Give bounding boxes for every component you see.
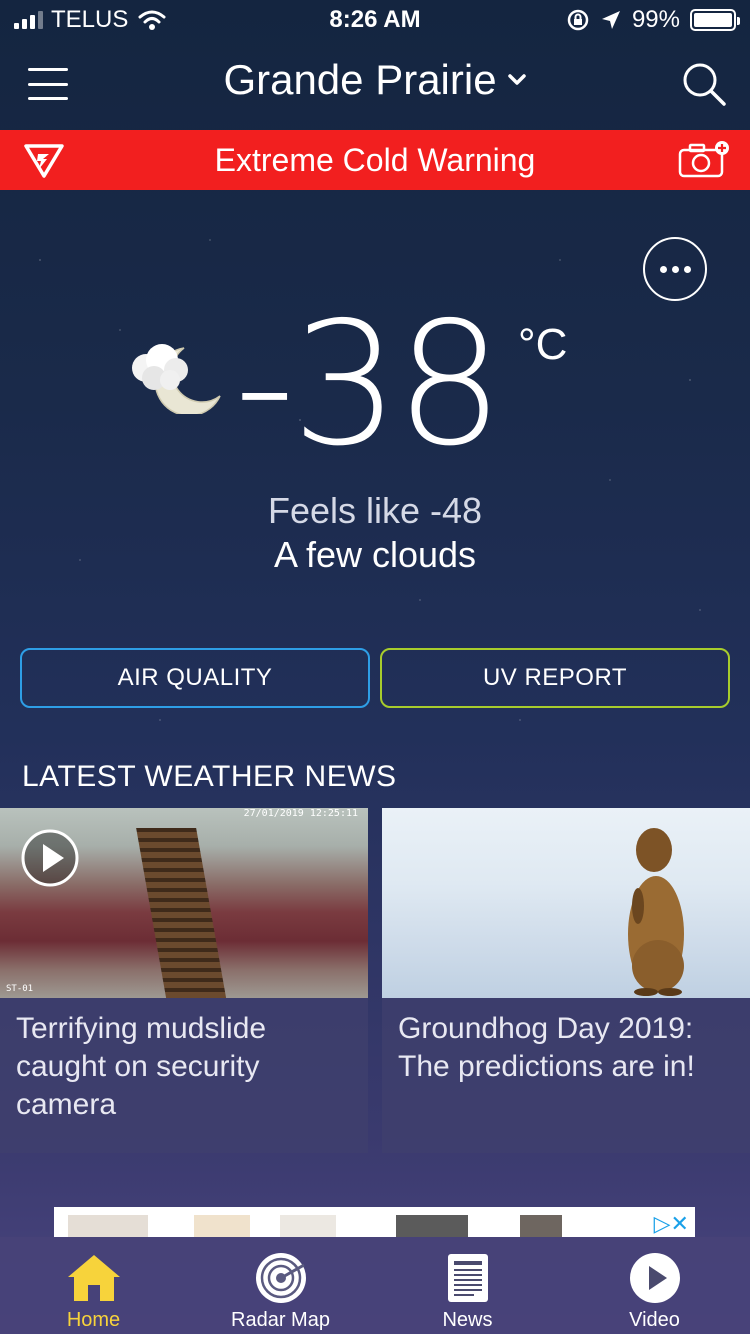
ad-image — [520, 1215, 562, 1237]
location-selector[interactable]: Grande Prairie — [0, 56, 750, 104]
weather-alert-banner[interactable]: Extreme Cold Warning — [0, 130, 750, 190]
tab-bar: Home Radar Map News Video — [0, 1237, 750, 1334]
rotation-lock-icon — [567, 9, 589, 31]
tab-label: News — [442, 1309, 493, 1331]
battery-icon — [690, 9, 740, 31]
groundhog-image — [628, 828, 684, 996]
header: Grande Prairie — [0, 40, 750, 130]
tab-news[interactable]: News — [374, 1237, 561, 1334]
play-icon[interactable] — [20, 828, 80, 888]
ad-image — [68, 1215, 148, 1237]
news-heading: LATEST WEATHER NEWS — [22, 760, 397, 793]
current-temperature: -38 — [234, 286, 504, 484]
more-options-button[interactable] — [643, 237, 707, 301]
news-card[interactable]: Groundhog Day 2019: The predictions are … — [382, 808, 750, 1153]
home-icon — [66, 1251, 122, 1305]
play-icon — [627, 1251, 683, 1305]
temperature-unit: °C — [518, 320, 568, 369]
news-icon — [440, 1251, 496, 1305]
location-arrow-icon — [601, 11, 620, 29]
condition-text: A few clouds — [273, 534, 477, 575]
news-card[interactable]: 27/01/2019 12:25:11 ST-01 Terrifying mud… — [0, 808, 368, 1153]
ad-image — [396, 1215, 468, 1237]
tab-video[interactable]: Video — [561, 1237, 748, 1334]
tab-label: Radar Map — [231, 1309, 330, 1331]
uv-report-button[interactable]: UV REPORT — [380, 648, 730, 708]
news-title: Groundhog Day 2019: The predictions are … — [398, 1012, 695, 1083]
tab-label: Video — [629, 1309, 680, 1331]
ad-choices-icon[interactable]: ▷✕ — [654, 1211, 689, 1237]
battery-percent: 99% — [631, 6, 680, 33]
status-bar: TELUS 8:26 AM 99% — [0, 0, 750, 40]
cloud-moon-icon — [132, 344, 221, 414]
feels-like: Feels like -48 — [267, 490, 483, 531]
radar-icon — [253, 1251, 309, 1305]
tab-home[interactable]: Home — [0, 1237, 187, 1334]
air-quality-button[interactable]: AIR QUALITY — [20, 648, 370, 708]
ad-image — [194, 1215, 250, 1237]
news-thumbnail — [382, 808, 750, 998]
search-icon[interactable] — [680, 60, 728, 108]
camera-id: ST-01 — [6, 984, 34, 994]
tab-label: Home — [66, 1309, 121, 1331]
news-title: Terrifying mudslide caught on security c… — [16, 1012, 267, 1121]
ad-image — [280, 1215, 336, 1237]
video-timestamp: 27/01/2019 12:25:11 — [243, 808, 358, 819]
ad-banner[interactable]: ▷✕ — [54, 1207, 695, 1237]
chevron-down-icon — [507, 63, 527, 94]
location-name: Grande Prairie — [223, 56, 497, 103]
tab-radar-map[interactable]: Radar Map — [187, 1237, 374, 1334]
alert-text: Extreme Cold Warning — [214, 142, 536, 178]
camera-icon[interactable] — [678, 140, 730, 180]
status-right: 99% — [566, 6, 740, 34]
news-thumbnail: 27/01/2019 12:25:11 ST-01 — [0, 808, 368, 998]
